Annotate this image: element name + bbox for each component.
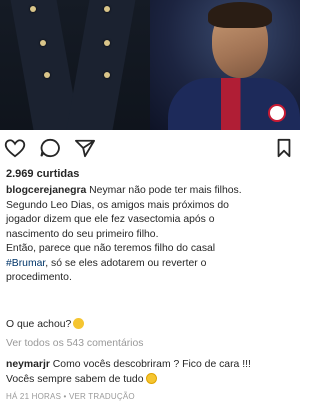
- caption-line: jogador dizem que ele fez vasectomia apó…: [6, 214, 215, 225]
- view-all-comments-link[interactable]: Ver todos os 543 comentários: [6, 338, 143, 349]
- comment-meta: HÁ 21 HORAS • VER TRADUÇÃO: [6, 392, 135, 401]
- post-actions-bar: [0, 138, 300, 162]
- caption-line: procedimento.: [6, 272, 72, 283]
- question-text: O que achou?: [6, 319, 72, 330]
- comment-icon[interactable]: [39, 138, 61, 163]
- suit-button: [30, 6, 36, 12]
- comment-text: Vocês sempre sabem de tudo: [6, 373, 144, 385]
- caption-line: nascimento do seu primeiro filho.: [6, 228, 159, 240]
- caption-line: #Brumar, só se eles adotarem ou reverter…: [6, 257, 292, 272]
- suit-photo: [0, 0, 150, 130]
- post-caption: blogcerejanegra Neymar não pode ter mais…: [6, 184, 292, 286]
- comment-text: Como vocês descobriram ? Fico de cara !!…: [49, 359, 251, 370]
- comment-line: neymarjr Como vocês descobriram ? Fico d…: [6, 358, 292, 373]
- suit-button: [104, 40, 110, 46]
- club-badge: [268, 104, 286, 122]
- bookmark-icon[interactable]: [276, 138, 292, 163]
- see-translation-link[interactable]: VER TRADUÇÃO: [69, 392, 135, 401]
- suit-button: [104, 72, 110, 78]
- meta-separator: •: [61, 392, 69, 401]
- heart-icon[interactable]: [4, 138, 26, 163]
- send-icon[interactable]: [74, 138, 96, 163]
- fearful-face-emoji-icon: [146, 372, 158, 384]
- likes-count[interactable]: 2.969 curtidas: [6, 168, 79, 180]
- caption-line: blogcerejanegra Neymar não pode ter mais…: [6, 184, 292, 199]
- caption-line: Então, parece que não teremos filho do c…: [6, 243, 216, 254]
- caption-question: O que achou?: [6, 318, 85, 330]
- caption-text: , só se eles adotarem ou reverter o: [45, 257, 207, 269]
- thinking-face-emoji-icon: [73, 318, 85, 329]
- player-photo: [150, 0, 300, 130]
- comment-username[interactable]: neymarjr: [6, 359, 50, 370]
- caption-username[interactable]: blogcerejanegra: [6, 185, 86, 196]
- comment-line: Vocês sempre sabem de tudo: [6, 372, 292, 388]
- comment-item: neymarjr Como vocês descobriram ? Fico d…: [6, 358, 292, 387]
- suit-button: [44, 72, 50, 78]
- comment-timestamp: HÁ 21 HORAS: [6, 392, 62, 401]
- player-hair: [208, 2, 272, 28]
- hashtag-link[interactable]: #Brumar: [6, 258, 45, 269]
- suit-button: [40, 40, 46, 46]
- suit-button: [104, 6, 110, 12]
- suit-lapel-right: [66, 0, 136, 130]
- post-image[interactable]: [0, 0, 300, 130]
- caption-text: Neymar não pode ter mais filhos.: [86, 185, 242, 196]
- caption-line: Segundo Leo Dias, os amigos mais próximo…: [6, 199, 229, 211]
